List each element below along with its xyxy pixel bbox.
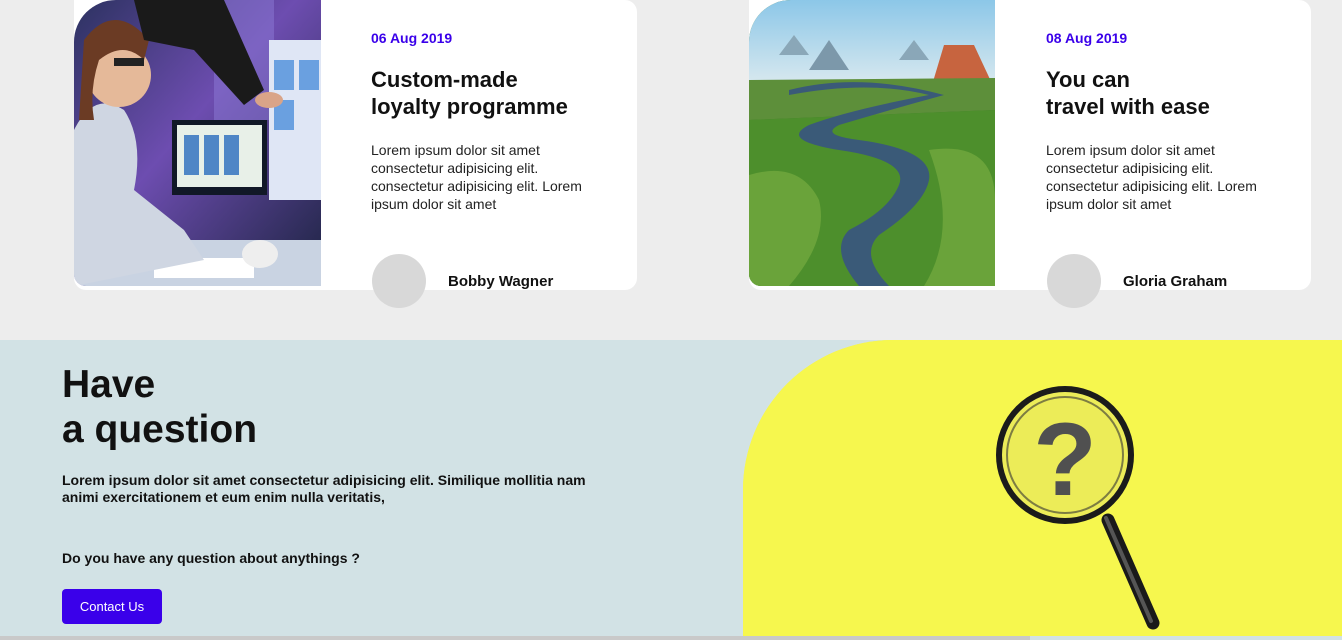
contact-us-button[interactable]: Contact Us (62, 589, 162, 624)
author-name[interactable]: Gloria Graham (1123, 273, 1227, 290)
blog-card[interactable]: 08 Aug 2019 You can travel with ease Lor… (749, 0, 1311, 308)
card-title-line: Custom-made (371, 67, 518, 92)
section-title: Have a question (62, 362, 257, 452)
card-image-landscape (749, 0, 995, 286)
horizontal-scrollbar[interactable] (0, 636, 1030, 640)
blog-card[interactable]: 06 Aug 2019 Custom-made loyalty programm… (74, 0, 637, 308)
card-title[interactable]: Custom-made loyalty programme (371, 66, 611, 120)
question-section: Have a question Lorem ipsum dolor sit am… (0, 340, 1342, 640)
card-title-line: You can (1046, 67, 1130, 92)
card-title[interactable]: You can travel with ease (1046, 66, 1286, 120)
avatar (372, 254, 426, 308)
question-mark-icon: ? (1033, 402, 1097, 518)
section-description: Lorem ipsum dolor sit amet consectetur a… (62, 472, 586, 505)
section-title-line: a question (62, 408, 258, 451)
question-image: ? (743, 340, 1342, 636)
card-image-designer (74, 0, 321, 286)
question-prompt: Do you have any question about anythings… (62, 550, 360, 566)
card-date: 06 Aug 2019 (371, 30, 453, 46)
magnifying-glass-icon: ? (743, 340, 1342, 636)
section-title-line: Have (62, 363, 156, 406)
avatar (1047, 254, 1101, 308)
card-excerpt: Lorem ipsum dolor sit amet consectetur a… (371, 142, 582, 212)
card-excerpt: Lorem ipsum dolor sit amet consectetur a… (1046, 142, 1257, 212)
card-title-line: travel with ease (1046, 94, 1210, 119)
blog-section: 06 Aug 2019 Custom-made loyalty programm… (0, 0, 1342, 340)
author-name[interactable]: Bobby Wagner (448, 273, 553, 290)
river-landscape-photo (749, 0, 995, 286)
card-date: 08 Aug 2019 (1046, 30, 1128, 46)
designer-photo (74, 0, 321, 286)
card-title-line: loyalty programme (371, 94, 568, 119)
